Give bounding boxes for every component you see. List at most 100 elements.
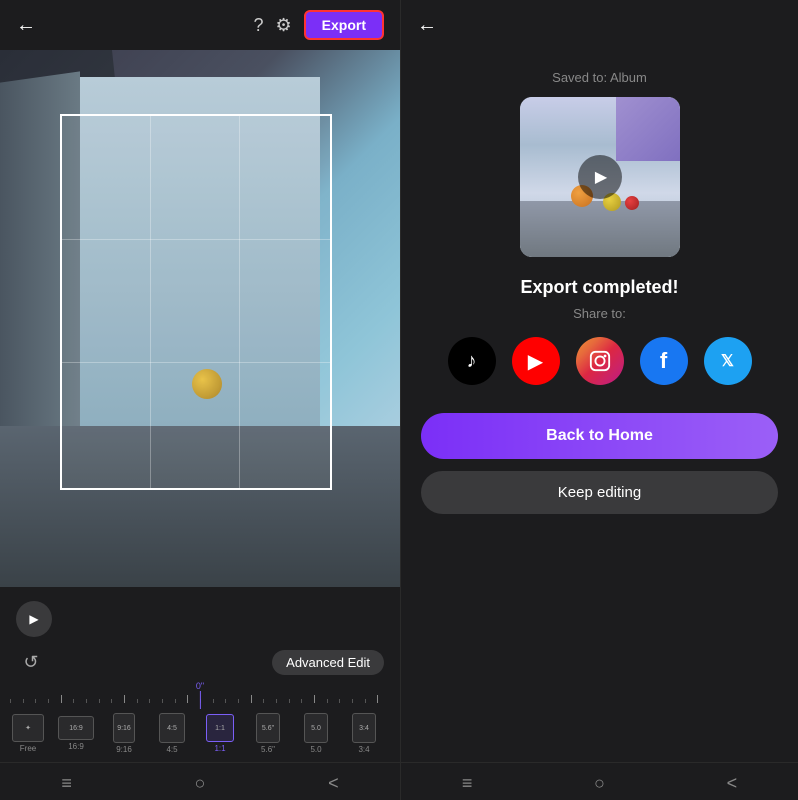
back-to-home-button[interactable]: Back to Home [421, 413, 778, 459]
aspect-icon-5-0: 5.0 [304, 713, 328, 743]
tick [23, 699, 36, 703]
thumb-accent [616, 97, 680, 161]
aspect-item-free[interactable]: ✦ Free [8, 714, 48, 753]
aspect-item-3-4[interactable]: 3:4 3:4 [344, 713, 384, 754]
play-icon: ▶ [595, 167, 607, 187]
back-button[interactable]: ← [16, 14, 36, 37]
tick [339, 699, 352, 703]
aspect-label-9-16: 9:16 [116, 745, 132, 754]
video-thumbnail[interactable]: ▶ [520, 97, 680, 257]
grid-line-h1 [62, 239, 330, 240]
grid-line-v2 [239, 116, 240, 488]
aspect-icon-1-1: 1:1 [206, 714, 234, 742]
aspect-label-5-0: 5.0 [310, 745, 321, 754]
advanced-edit-button[interactable]: Advanced Edit [272, 650, 384, 675]
tick [73, 699, 86, 703]
help-icon[interactable]: ? [254, 15, 264, 36]
header-right: ? ⚙ Export [254, 10, 385, 40]
cursor-line [199, 691, 200, 709]
share-icons-row: ♪ ▶ f 𝕏 [448, 337, 752, 385]
aspect-item-9-16[interactable]: 9:16 9:16 [104, 713, 144, 754]
saved-to-label: Saved to: Album [552, 70, 647, 85]
tick-major [314, 695, 327, 703]
left-nav-back[interactable]: < [328, 773, 339, 794]
tick [301, 699, 314, 703]
export-button[interactable]: Export [304, 10, 384, 40]
tick-major [124, 695, 137, 703]
thumb-floor [520, 201, 680, 257]
aspect-item-16-9[interactable]: 16:9 16:9 [56, 716, 96, 751]
keep-editing-button[interactable]: Keep editing [421, 471, 778, 514]
aspect-icon-9-16: 9:16 [113, 713, 135, 743]
tick-major [251, 695, 264, 703]
tick [149, 699, 162, 703]
tick [175, 699, 188, 703]
tick [263, 699, 276, 703]
right-header: ← [401, 0, 798, 50]
aspect-item-5-6[interactable]: 5.6" 5.6" [248, 713, 288, 754]
aspect-icon-free: ✦ [12, 714, 44, 742]
bottom-controls: ▶ ↺ Advanced Edit 0" [0, 587, 400, 800]
tick [225, 699, 238, 703]
header-left: ← [16, 14, 36, 37]
left-nav-menu[interactable]: ≡ [61, 773, 72, 794]
share-tiktok-button[interactable]: ♪ [448, 337, 496, 385]
share-instagram-button[interactable] [576, 337, 624, 385]
right-nav-bar: ≡ ○ < [401, 762, 798, 800]
video-preview [0, 50, 400, 587]
advanced-edit-row: ↺ Advanced Edit [0, 643, 400, 681]
left-nav-home[interactable]: ○ [195, 773, 206, 794]
tick [48, 699, 61, 703]
aspect-label-16-9: 16:9 [68, 742, 84, 751]
grid-lines [62, 116, 330, 488]
tick [289, 699, 302, 703]
right-nav-home[interactable]: ○ [594, 773, 605, 794]
settings-icon[interactable]: ⚙ [276, 15, 292, 36]
aspect-item-4-5[interactable]: 4:5 4:5 [152, 713, 192, 754]
tick [111, 699, 124, 703]
right-nav-back[interactable]: < [727, 773, 738, 794]
share-twitter-button[interactable]: 𝕏 [704, 337, 752, 385]
share-facebook-button[interactable]: f [640, 337, 688, 385]
timeline-row[interactable]: 0" [0, 681, 400, 709]
aspect-label-5-6: 5.6" [261, 745, 275, 754]
left-panel: ← ? ⚙ Export [0, 0, 400, 800]
tick [352, 699, 365, 703]
tick [238, 699, 251, 703]
tick [365, 699, 378, 703]
aspect-icon-4-5: 4:5 [159, 713, 185, 743]
cursor-label: 0" [196, 681, 204, 691]
grid-line-v1 [150, 116, 151, 488]
left-header: ← ? ⚙ Export [0, 0, 400, 50]
aspect-label-free: Free [20, 744, 36, 753]
timeline-cursor: 0" [196, 681, 204, 709]
left-nav-bar: ≡ ○ < [0, 762, 400, 800]
aspect-item-5-0[interactable]: 5.0 5.0 [296, 713, 336, 754]
crop-overlay[interactable] [60, 114, 332, 490]
right-panel: ← Saved to: Album ▶ Export completed! Sh… [400, 0, 798, 800]
tick [162, 699, 175, 703]
aspect-icon-3-4: 3:4 [352, 713, 376, 743]
right-back-button[interactable]: ← [417, 14, 437, 37]
thumbnail-play-button[interactable]: ▶ [578, 155, 622, 199]
export-completed-text: Export completed! [520, 277, 678, 298]
tick [35, 699, 48, 703]
aspect-icon-5-6: 5.6" [256, 713, 280, 743]
aspect-label-3-4: 3:4 [358, 745, 369, 754]
play-button[interactable]: ▶ [16, 601, 52, 637]
tick-major [377, 695, 390, 703]
tick [327, 699, 340, 703]
aspect-icon-16-9: 16:9 [58, 716, 94, 740]
tick [10, 699, 23, 703]
tick-major [61, 695, 74, 703]
playback-row: ▶ [0, 595, 400, 643]
share-youtube-button[interactable]: ▶ [512, 337, 560, 385]
right-content: Saved to: Album ▶ Export completed! Shar… [401, 50, 798, 762]
tick [137, 699, 150, 703]
tick [86, 699, 99, 703]
reset-button[interactable]: ↺ [16, 647, 46, 677]
aspect-item-1-1[interactable]: 1:1 1:1 [200, 714, 240, 753]
tick [99, 699, 112, 703]
right-nav-menu[interactable]: ≡ [462, 773, 473, 794]
tick [276, 699, 289, 703]
